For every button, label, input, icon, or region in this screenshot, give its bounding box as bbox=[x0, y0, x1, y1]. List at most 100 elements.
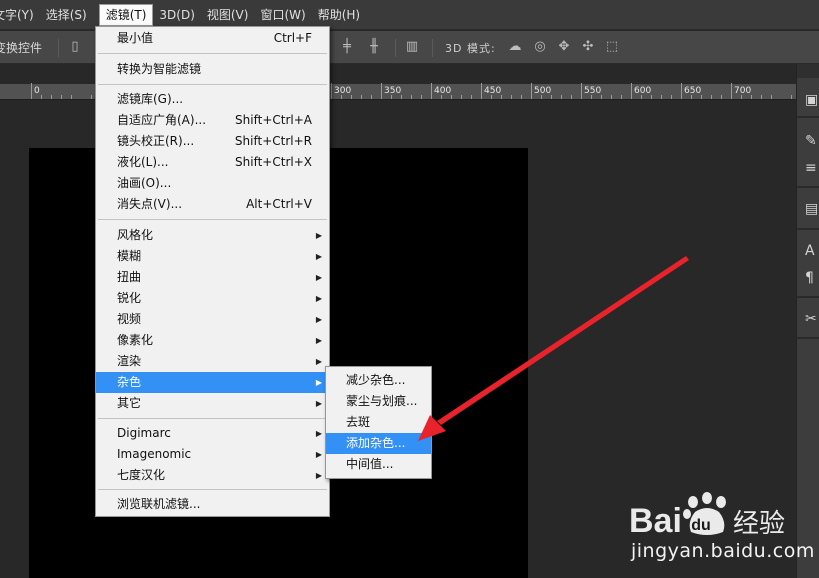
ruler-minor-tick bbox=[551, 95, 552, 99]
submenu-item-label: 中间值... bbox=[346, 457, 394, 471]
transform-controls-label[interactable]: 变换控件 bbox=[0, 39, 42, 56]
3d-slide-icon[interactable]: ✣ bbox=[581, 40, 595, 54]
3d-roll-icon[interactable]: ◎ bbox=[533, 40, 547, 54]
ruler-minor-tick bbox=[721, 95, 722, 99]
baidu-jingyan-watermark: Bai du 经验 jingyan.baidu.com bbox=[615, 488, 815, 574]
ruler-minor-tick bbox=[351, 95, 352, 99]
menu-item-distort[interactable]: 扭曲 ▶ bbox=[96, 267, 329, 288]
ruler-minor-tick bbox=[571, 95, 572, 99]
menu-item-label: 镜头校正(R)... bbox=[117, 134, 195, 148]
ruler-minor-tick bbox=[71, 95, 72, 99]
ruler-minor-tick bbox=[771, 95, 772, 99]
menu-item-other[interactable]: 其它 ▶ bbox=[96, 393, 329, 414]
clone-source-icon[interactable]: ▤ bbox=[805, 200, 819, 218]
menu-item-convert-smart-filter[interactable]: 转换为智能滤镜 bbox=[96, 59, 329, 80]
menu-text[interactable]: 文字(Y) bbox=[0, 3, 37, 27]
submenu-item-reduce-noise[interactable]: 减少杂色... bbox=[326, 370, 431, 391]
ruler-tick bbox=[431, 83, 432, 99]
ruler-label: 500 bbox=[534, 86, 552, 96]
menu-item-stylize[interactable]: 风格化 ▶ bbox=[96, 225, 329, 246]
submenu-item-despeckle[interactable]: 去斑 bbox=[326, 412, 431, 433]
ruler-minor-tick bbox=[511, 95, 512, 99]
menu-item-qidu-localization[interactable]: 七度汉化 ▶ bbox=[96, 465, 329, 486]
history-icon[interactable]: ▣ bbox=[805, 91, 819, 109]
ruler-label: 650 bbox=[684, 86, 702, 96]
panel-divider bbox=[797, 116, 819, 118]
menu-item-oil-paint[interactable]: 油画(O)... bbox=[96, 173, 329, 194]
menu-item-imagenomic[interactable]: Imagenomic ▶ bbox=[96, 444, 329, 465]
menu-item-sharpen[interactable]: 锐化 ▶ bbox=[96, 288, 329, 309]
align-left-icon[interactable]: ▯ bbox=[68, 40, 82, 54]
menu-separator bbox=[98, 219, 327, 220]
menu-separator bbox=[98, 418, 327, 419]
menu-3d[interactable]: 3D(D) bbox=[159, 3, 197, 27]
ruler-minor-tick bbox=[91, 95, 92, 99]
menu-item-adaptive-wide-angle[interactable]: 自适应广角(A)... Shift+Ctrl+A bbox=[96, 110, 329, 131]
menu-item-digimarc[interactable]: Digimarc ▶ bbox=[96, 423, 329, 444]
distribute-center-icon[interactable]: ╪ bbox=[340, 40, 354, 54]
menu-select[interactable]: 选择(S) bbox=[46, 3, 90, 27]
ruler-minor-tick bbox=[521, 95, 522, 99]
menu-item-label: 扭曲 bbox=[117, 270, 142, 284]
submenu-item-add-noise[interactable]: 添加杂色... bbox=[326, 433, 431, 454]
distribute-right-icon[interactable]: ╫ bbox=[367, 40, 381, 54]
ruler-minor-tick bbox=[791, 95, 792, 99]
submenu-item-dust-and-scratches[interactable]: 蒙尘与划痕... bbox=[326, 391, 431, 412]
ruler-minor-tick bbox=[391, 95, 392, 99]
submenu-item-median[interactable]: 中间值... bbox=[326, 454, 431, 475]
menu-item-label: 其它 bbox=[117, 396, 142, 410]
menu-item-blur[interactable]: 模糊 ▶ bbox=[96, 246, 329, 267]
menu-item-noise[interactable]: 杂色 ▶ bbox=[96, 372, 329, 393]
3d-orbit-icon[interactable]: ☁ bbox=[508, 40, 522, 54]
ruler-label: 700 bbox=[734, 86, 752, 96]
ruler-minor-tick bbox=[491, 95, 492, 99]
ruler-minor-tick bbox=[601, 95, 602, 99]
ruler-minor-tick bbox=[751, 95, 752, 99]
submenu-arrow-icon: ▶ bbox=[315, 450, 322, 459]
menu-item-vanishing-point[interactable]: 消失点(V)... Alt+Ctrl+V bbox=[96, 194, 329, 215]
filter-menu: 最小值 Ctrl+F 转换为智能滤镜 滤镜库(G)... 自适应广角(A)...… bbox=[95, 26, 330, 517]
menu-item-render[interactable]: 渲染 ▶ bbox=[96, 351, 329, 372]
menu-item-label: 滤镜库(G)... bbox=[117, 92, 184, 106]
options-divider bbox=[395, 39, 396, 57]
paragraph-icon[interactable]: ¶ bbox=[805, 269, 819, 287]
menu-item-shortcut: Shift+Ctrl+X bbox=[235, 155, 312, 169]
menu-item-browse-online-filters[interactable]: 浏览联机滤镜... bbox=[96, 494, 329, 515]
ruler-minor-tick bbox=[651, 95, 652, 99]
menu-window[interactable]: 窗口(W) bbox=[260, 3, 308, 27]
menu-item-label: 像素化 bbox=[117, 333, 154, 347]
panel-divider bbox=[797, 186, 819, 188]
menu-help[interactable]: 帮助(H) bbox=[318, 3, 363, 27]
ruler-minor-tick bbox=[41, 95, 42, 99]
ruler-minor-tick bbox=[711, 95, 712, 99]
ruler-label: 450 bbox=[484, 86, 502, 96]
menu-item-filter-gallery[interactable]: 滤镜库(G)... bbox=[96, 89, 329, 110]
menu-item-shortcut: Shift+Ctrl+A bbox=[235, 113, 312, 127]
menu-item-liquify[interactable]: 液化(L)... Shift+Ctrl+X bbox=[96, 152, 329, 173]
menu-separator bbox=[98, 53, 327, 54]
3d-scale-icon[interactable]: ⬚ bbox=[605, 40, 619, 54]
ruler-tick bbox=[731, 83, 732, 99]
panel-divider bbox=[797, 228, 819, 230]
submenu-arrow-icon: ▶ bbox=[315, 294, 322, 303]
menu-filter[interactable]: 滤镜(T) bbox=[98, 3, 154, 26]
menu-view[interactable]: 视图(V) bbox=[207, 3, 252, 27]
menu-item-video[interactable]: 视频 ▶ bbox=[96, 309, 329, 330]
ruler-tick bbox=[681, 83, 682, 99]
menu-item-lens-correction[interactable]: 镜头校正(R)... Shift+Ctrl+R bbox=[96, 131, 329, 152]
character-icon[interactable]: A bbox=[805, 242, 819, 260]
tool-presets-icon[interactable]: ✂ bbox=[805, 310, 819, 328]
ruler-minor-tick bbox=[741, 95, 742, 99]
brush-icon[interactable]: ✎ bbox=[805, 132, 819, 150]
auto-align-icon[interactable]: ▥ bbox=[405, 40, 419, 54]
menu-item-label: 七度汉化 bbox=[117, 468, 166, 482]
menu-item-pixelate[interactable]: 像素化 ▶ bbox=[96, 330, 329, 351]
brush-settings-icon[interactable]: ≡ bbox=[805, 159, 819, 177]
submenu-arrow-icon: ▶ bbox=[315, 231, 322, 240]
svg-text:du: du bbox=[691, 517, 711, 534]
3d-pan-icon[interactable]: ✥ bbox=[557, 40, 571, 54]
menu-item-last-filter[interactable]: 最小值 Ctrl+F bbox=[96, 28, 329, 49]
3d-mode-label: 3D 模式: bbox=[445, 42, 496, 55]
submenu-arrow-icon: ▶ bbox=[315, 378, 322, 387]
ruler-minor-tick bbox=[471, 95, 472, 99]
